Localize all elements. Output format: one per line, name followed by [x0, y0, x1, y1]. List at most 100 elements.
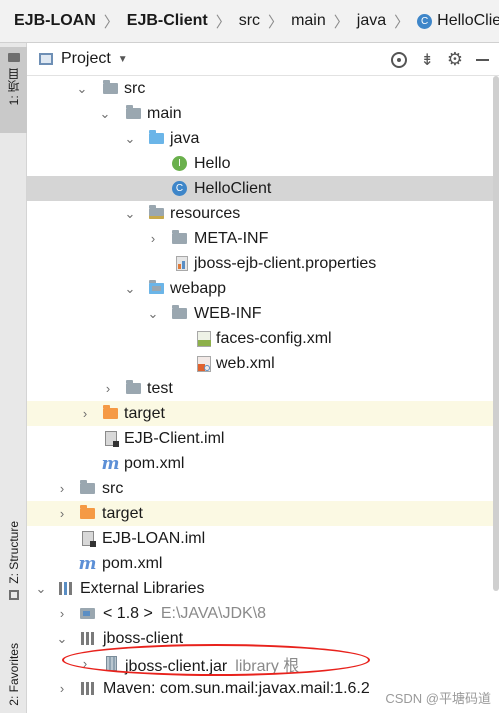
tree-row-jboss-client-jar[interactable]: › jboss-client.jar library 根 — [27, 651, 493, 676]
tree-row-jdk[interactable]: › < 1.8 > E:\JAVA\JDK\8 — [27, 601, 493, 626]
gear-icon[interactable]: ⚙ — [447, 49, 463, 70]
chevron-down-icon[interactable]: ⌄ — [35, 581, 47, 596]
breadcrumb-item-src[interactable]: src — [239, 12, 260, 30]
chevron-right-icon: 〉 — [103, 13, 119, 31]
tree-label: target — [124, 404, 165, 422]
chevron-down-icon[interactable]: ⌄ — [76, 81, 88, 96]
project-panel: Project ▼ ⇟ ⚙ ⌄ src ⌄ main ⌄ java I Hell… — [27, 43, 499, 713]
chevron-down-icon[interactable]: ▼ — [118, 54, 128, 65]
chevron-right-icon: 〉 — [268, 13, 284, 31]
chevron-right-icon: 〉 — [394, 13, 410, 31]
chevron-down-icon[interactable]: ⌄ — [147, 306, 159, 321]
tree-label: faces-config.xml — [216, 329, 332, 347]
chevron-right-icon[interactable]: › — [79, 406, 91, 421]
breadcrumb-item-ejb-loan[interactable]: EJB-LOAN — [14, 12, 96, 30]
tree-label: test — [147, 379, 173, 397]
tree-label: web.xml — [216, 354, 275, 372]
watermark: CSDN @平塘码道 — [385, 691, 491, 706]
iml-file-icon — [79, 530, 96, 547]
tab-structure[interactable]: Z: Structure — [0, 521, 27, 626]
chevron-right-icon: 〉 — [333, 13, 349, 31]
tree-row-src[interactable]: ⌄ src — [27, 76, 493, 101]
tree-label: resources — [170, 204, 241, 222]
folder-icon — [125, 105, 142, 122]
chevron-right-icon[interactable]: › — [56, 506, 68, 521]
tree-row-ejb-client-iml[interactable]: EJB-Client.iml — [27, 426, 493, 451]
tree-row-ejb-loan-iml[interactable]: EJB-LOAN.iml — [27, 526, 493, 551]
tab-favorites[interactable]: 2: Favorites — [0, 643, 27, 713]
excluded-folder-icon — [102, 405, 119, 422]
iml-file-icon — [102, 430, 119, 447]
tree-row-target[interactable]: › target — [27, 501, 493, 526]
tab-project[interactable]: 1: 项目 — [0, 47, 27, 133]
tree-label: src — [124, 79, 146, 97]
tree-label: Maven: com.sun.mail:javax.mail:1.6.2 — [103, 679, 370, 697]
tree-row-jboss-ejb-client-properties[interactable]: jboss-ejb-client.properties — [27, 251, 493, 276]
tree-label: java — [170, 129, 200, 147]
tab-structure-label: Z: Structure — [6, 521, 21, 584]
tree-row-pom-xml[interactable]: m pom.xml — [27, 451, 493, 476]
tree-row-web-inf[interactable]: ⌄ WEB-INF — [27, 301, 493, 326]
folder-icon — [171, 230, 188, 247]
breadcrumb-item-ejb-client[interactable]: EJB-Client — [127, 12, 208, 30]
panel-toolbar: ⇟ ⚙ — [391, 43, 489, 76]
library-icon — [79, 680, 96, 697]
tree-row-hello[interactable]: I Hello — [27, 151, 493, 176]
library-icon — [79, 630, 96, 647]
tree-row-main[interactable]: ⌄ main — [27, 101, 493, 126]
project-panel-header: Project ▼ ⇟ ⚙ — [27, 43, 499, 76]
chevron-right-icon[interactable]: › — [56, 606, 68, 621]
breadcrumb-item-java[interactable]: java — [357, 12, 386, 30]
tree-label: Hello — [194, 154, 231, 172]
tree-row-webapp[interactable]: ⌄ webapp — [27, 276, 493, 301]
chevron-right-icon[interactable]: › — [56, 481, 68, 496]
tree-row-meta-inf[interactable]: › META-INF — [27, 226, 493, 251]
properties-file-icon — [173, 255, 190, 272]
tree-label: External Libraries — [80, 579, 205, 597]
class-icon: C — [171, 180, 188, 197]
tree-label: target — [102, 504, 143, 522]
folder-icon — [102, 80, 119, 97]
jar-root-hint: library 根 — [235, 657, 300, 675]
tree-row-target[interactable]: › target — [27, 401, 493, 426]
locate-target-icon[interactable] — [391, 51, 408, 68]
tree-row-test[interactable]: › test — [27, 376, 493, 401]
tree-row-pom-xml[interactable]: m pom.xml — [27, 551, 493, 576]
tree-row-java[interactable]: ⌄ java — [27, 126, 493, 151]
web-folder-icon — [148, 280, 165, 297]
chevron-down-icon[interactable]: ⌄ — [124, 131, 136, 146]
tree-row-faces-config-xml[interactable]: faces-config.xml — [27, 326, 493, 351]
tree-row-jboss-client[interactable]: ⌄ jboss-client — [27, 626, 493, 651]
chevron-right-icon[interactable]: › — [56, 681, 68, 696]
chevron-down-icon[interactable]: ⌄ — [124, 206, 136, 221]
resources-folder-icon — [148, 205, 165, 222]
collapse-all-icon[interactable]: ⇟ — [420, 50, 433, 70]
chevron-down-icon[interactable]: ⌄ — [99, 106, 111, 121]
excluded-folder-icon — [79, 505, 96, 522]
jdk-icon — [79, 605, 96, 622]
chevron-right-icon[interactable]: › — [147, 231, 159, 246]
chevron-right-icon: 〉 — [215, 13, 231, 31]
breadcrumb-item-helloclient[interactable]: C HelloClient — [417, 12, 499, 30]
tree-row-web-xml[interactable]: web.xml — [27, 351, 493, 376]
jsf-file-icon — [195, 330, 212, 347]
maven-icon: m — [101, 453, 120, 474]
chevron-down-icon[interactable]: ⌄ — [124, 281, 136, 296]
chevron-down-icon[interactable]: ⌄ — [56, 631, 68, 646]
panel-title[interactable]: Project — [61, 50, 111, 68]
breadcrumb-item-main[interactable]: main — [291, 12, 326, 30]
left-tool-window-bar: 1: 项目 Z: Structure 2: Favorites — [0, 43, 27, 713]
tree-label: EJB-LOAN.iml — [102, 529, 206, 547]
tree-label: META-INF — [194, 229, 269, 247]
tree-row-resources[interactable]: ⌄ resources — [27, 201, 493, 226]
tree-scrollbar[interactable] — [493, 76, 499, 591]
libraries-icon — [57, 580, 74, 597]
chevron-right-icon[interactable]: › — [102, 381, 114, 396]
tree-row-src[interactable]: › src — [27, 476, 493, 501]
tree-label: jboss-client — [103, 629, 184, 647]
tree-row-helloclient[interactable]: C HelloClient — [27, 176, 493, 201]
minimize-icon[interactable] — [476, 58, 489, 61]
tree-row-external-libraries[interactable]: ⌄ External Libraries — [27, 576, 493, 601]
interface-icon: I — [171, 155, 188, 172]
chevron-right-icon[interactable]: › — [79, 656, 91, 671]
